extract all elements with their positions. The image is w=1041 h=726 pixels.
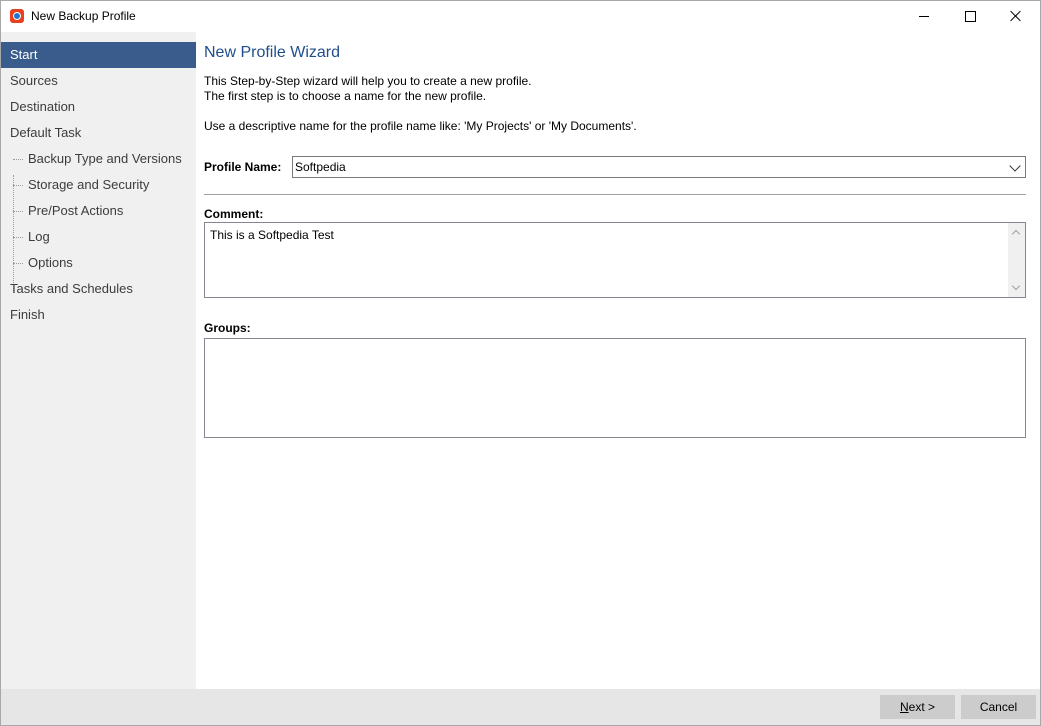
sidebar-item-label: Sources <box>10 73 58 88</box>
maximize-icon <box>964 10 976 22</box>
sidebar-item-label: Destination <box>10 99 76 114</box>
scroll-up-icon[interactable] <box>1011 229 1021 239</box>
window-title: New Backup Profile <box>31 9 136 23</box>
scroll-down-icon[interactable] <box>1011 281 1021 291</box>
sidebar-item-label: Start <box>10 47 38 62</box>
profile-name-value: Softpedia <box>295 160 346 174</box>
comment-value: This is a Softpedia Test <box>210 228 334 242</box>
minimize-icon <box>919 15 929 17</box>
sidebar-item-destination[interactable]: Destination <box>1 94 196 120</box>
chevron-down-icon[interactable] <box>1009 160 1021 172</box>
intro-text-line3: Use a descriptive name for the profile n… <box>204 119 637 133</box>
intro-text-line2: The first step is to choose a name for t… <box>204 89 487 103</box>
sidebar-item-default-task[interactable]: Default Task <box>1 120 196 146</box>
sidebar-item-sources[interactable]: Sources <box>1 68 196 94</box>
wizard-steps-sidebar: Start Sources Destination Default Task B… <box>1 32 196 689</box>
minimize-button[interactable] <box>901 1 947 31</box>
sidebar-item-tasks-schedules[interactable]: Tasks and Schedules <box>1 276 196 302</box>
sidebar-item-storage-security[interactable]: Storage and Security <box>1 172 196 198</box>
tree-branch <box>13 211 23 212</box>
groups-label: Groups: <box>204 321 251 335</box>
comment-textarea[interactable]: This is a Softpedia Test <box>204 222 1026 298</box>
sidebar-item-finish[interactable]: Finish <box>1 302 196 328</box>
sidebar-item-label: Backup Type and Versions <box>28 151 182 166</box>
profile-name-combobox[interactable]: Softpedia <box>292 156 1026 178</box>
next-label: ext > <box>908 700 936 714</box>
profile-name-label: Profile Name: <box>204 160 282 174</box>
tree-branch <box>13 263 23 264</box>
dialog-window: New Backup Profile Start Sources Destina… <box>0 0 1041 726</box>
sidebar-item-label: Storage and Security <box>28 177 150 192</box>
sidebar-item-label: Finish <box>10 307 45 322</box>
page-title: New Profile Wizard <box>204 44 341 61</box>
next-mnemonic: N <box>899 700 909 714</box>
tree-branch <box>13 237 23 238</box>
comment-label: Comment: <box>204 207 264 221</box>
sidebar-item-backup-type[interactable]: Backup Type and Versions <box>1 146 196 172</box>
maximize-button[interactable] <box>947 1 993 31</box>
tree-branch <box>13 185 23 186</box>
sidebar-item-label: Options <box>28 255 73 270</box>
divider <box>204 194 1026 195</box>
wizard-content: New Profile Wizard This Step-by-Step wiz… <box>196 32 1040 689</box>
sidebar-item-label: Default Task <box>10 125 82 140</box>
cancel-button[interactable]: Cancel <box>961 695 1036 719</box>
button-bar: Next > Cancel <box>1 689 1040 725</box>
comment-scrollbar[interactable] <box>1008 223 1025 297</box>
sidebar-item-start[interactable]: Start <box>1 42 196 68</box>
sidebar-item-label: Pre/Post Actions <box>28 203 124 218</box>
sidebar-item-options[interactable]: Options <box>1 250 196 276</box>
sidebar-item-label: Tasks and Schedules <box>10 281 133 296</box>
intro-text-line1: This Step-by-Step wizard will help you t… <box>204 74 532 88</box>
tree-branch <box>13 159 23 160</box>
sidebar-item-pre-post-actions[interactable]: Pre/Post Actions <box>1 198 196 224</box>
groups-list[interactable] <box>204 338 1026 438</box>
sidebar-item-label: Log <box>28 229 50 244</box>
next-button[interactable]: Next > <box>880 695 955 719</box>
title-bar[interactable]: New Backup Profile <box>1 1 1040 32</box>
cancel-label: Cancel <box>979 700 1018 714</box>
close-icon <box>1010 10 1022 22</box>
close-button[interactable] <box>993 1 1039 31</box>
sidebar-item-log[interactable]: Log <box>1 224 196 250</box>
app-icon <box>10 9 24 23</box>
